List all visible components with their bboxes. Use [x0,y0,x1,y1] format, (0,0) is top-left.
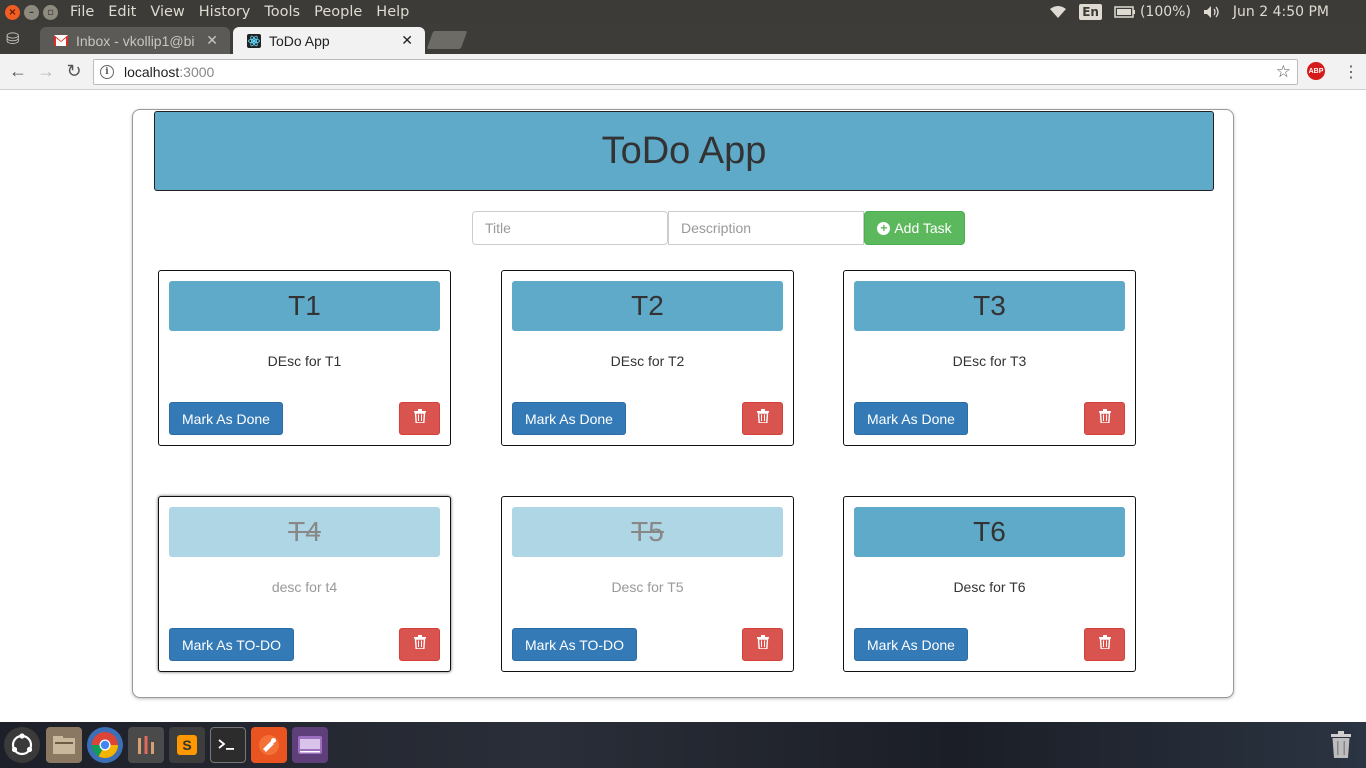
mark-status-button[interactable]: Mark As Done [854,628,968,661]
task-card: T5 Desc for T5 Mark As TO-DO [501,496,794,672]
chrome-icon[interactable] [87,727,123,763]
dash-home-icon[interactable] [4,727,40,763]
url-host: localhost [124,64,180,80]
browser-menu-icon[interactable]: ⋮ [1343,62,1359,82]
react-icon [247,33,261,48]
sublime-text-icon[interactable]: S [169,727,205,763]
trash-icon [413,409,426,428]
reload-icon[interactable]: ↻ [60,61,88,82]
task-title: T2 [512,281,783,331]
menu-history[interactable]: History [199,4,251,20]
adblock-plus-icon[interactable]: ABP [1307,62,1325,80]
tab-close-icon[interactable]: ✕ [401,32,413,49]
delete-task-button[interactable] [742,402,783,435]
delete-task-button[interactable] [399,628,440,661]
task-card: T4 desc for t4 Mark As TO-DO [158,496,451,672]
menu-tools[interactable]: Tools [264,4,300,20]
system-menu-bar: × – ▫ File Edit View History Tools Peopl… [0,0,1366,24]
mark-status-button[interactable]: Mark As TO-DO [169,628,295,661]
add-task-form: + Add Task [472,211,965,245]
file-manager-icon[interactable] [46,727,82,763]
task-description: desc for t4 [271,579,338,595]
task-card: T1 DEsc for T1 Mark As Done [158,270,451,446]
battery-icon [1114,6,1136,18]
task-description: DEsc for T3 [952,353,1027,369]
media-player-icon[interactable] [292,727,328,763]
new-tab-button[interactable] [426,31,468,49]
delete-task-button[interactable] [1084,402,1125,435]
mark-status-button[interactable]: Mark As Done [854,402,968,435]
task-description: Desc for T5 [611,579,684,595]
task-description: Desc for T6 [953,579,1026,595]
trash-icon [1098,409,1111,428]
menu-people[interactable]: People [314,4,362,20]
info-icon[interactable]: i [100,65,114,79]
todo-app-panel: ToDo App + Add Task T1 DEsc for T1 Mark … [132,109,1234,698]
task-title: T5 [512,507,783,557]
tab-inbox[interactable]: Inbox - vkollip1@bi ✕ [40,27,230,54]
battery-indicator[interactable]: (100%) [1114,4,1191,20]
window-minimize-button[interactable]: – [24,4,39,20]
gmail-icon [54,34,68,48]
trash-icon [756,409,769,428]
mark-status-button[interactable]: Mark As Done [169,402,283,435]
trash-bin-icon[interactable] [1323,727,1359,763]
window-controls: × – ▫ [5,4,58,20]
terminal-icon[interactable] [210,727,246,763]
page-title: ToDo App [154,111,1214,191]
task-title: T4 [169,507,440,557]
ubuntu-dock: S [0,722,1366,768]
tab-todo-app[interactable]: ToDo App ✕ [233,27,425,54]
tab-title: ToDo App [269,32,330,49]
task-title: T6 [854,507,1125,557]
delete-task-button[interactable] [1084,628,1125,661]
menu-view[interactable]: View [150,4,184,20]
browser-toolbar: ← → ↻ i localhost:3000 ☆ ABP ⋮ [0,54,1366,90]
volume-icon[interactable] [1203,5,1221,19]
tab-title: Inbox - vkollip1@bi [76,32,195,49]
task-title: T1 [169,281,440,331]
plus-circle-icon: + [877,221,891,235]
add-task-label: Add Task [894,220,952,236]
back-arrow-icon[interactable]: ← [4,61,32,82]
browser-tab-strip: ⛁ Inbox - vkollip1@bi ✕ ToDo App ✕ [0,24,1366,54]
task-title: T3 [854,281,1125,331]
app-menu: File Edit View History Tools People Help [70,4,409,20]
bookmark-star-icon[interactable]: ☆ [1276,62,1291,82]
title-input[interactable] [472,211,668,245]
trash-icon [413,635,426,654]
task-card: T6 Desc for T6 Mark As Done [843,496,1136,672]
system-tray: En (100%) Jun 2 4:50 PM [1049,4,1366,20]
wifi-icon[interactable] [1049,5,1067,19]
menu-file[interactable]: File [70,4,94,20]
task-description: DEsc for T2 [610,353,685,369]
incognito-icon: ⛁ [6,31,20,48]
tab-close-icon[interactable]: ✕ [206,32,218,49]
task-description: DEsc for T1 [267,353,342,369]
address-bar[interactable]: i localhost:3000 ☆ [93,59,1298,85]
keyboard-layout-indicator[interactable]: En [1079,4,1102,20]
window-maximize-button[interactable]: ▫ [43,4,58,20]
system-monitor-icon[interactable] [128,727,164,763]
trash-icon [756,635,769,654]
delete-task-button[interactable] [742,628,783,661]
menu-help[interactable]: Help [376,4,409,20]
window-close-button[interactable]: × [5,4,20,20]
clock[interactable]: Jun 2 4:50 PM [1233,4,1329,20]
task-card: T2 DEsc for T2 Mark As Done [501,270,794,446]
trash-icon [1098,635,1111,654]
mark-status-button[interactable]: Mark As Done [512,402,626,435]
url-port: :3000 [179,64,215,80]
add-task-button[interactable]: + Add Task [864,211,965,245]
battery-percent: (100%) [1139,4,1191,20]
mark-status-button[interactable]: Mark As TO-DO [512,628,638,661]
menu-edit[interactable]: Edit [108,4,136,20]
forward-arrow-icon[interactable]: → [32,61,60,82]
delete-task-button[interactable] [399,402,440,435]
postman-icon[interactable] [251,727,287,763]
description-input[interactable] [668,211,864,245]
task-card: T3 DEsc for T3 Mark As Done [843,270,1136,446]
svg-text:S: S [182,737,191,753]
